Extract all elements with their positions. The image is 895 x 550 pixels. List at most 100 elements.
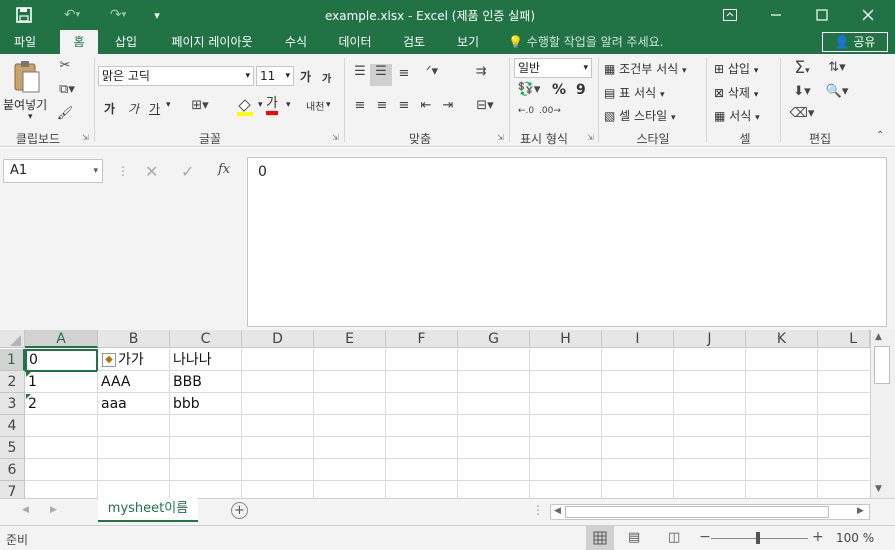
col-header-d[interactable]: D xyxy=(242,330,314,348)
paste-button[interactable]: 붙여넣기 xyxy=(3,96,47,113)
vertical-scroll-thumb[interactable] xyxy=(874,346,890,384)
align-bottom-icon[interactable]: ≡ xyxy=(394,66,414,81)
scroll-left-icon[interactable]: ◀ xyxy=(554,506,561,516)
grow-font-button[interactable]: 가 xyxy=(300,68,311,85)
percent-button[interactable]: % xyxy=(552,82,566,98)
col-header-b[interactable]: B xyxy=(98,330,170,348)
borders-icon[interactable]: ⊞▾ xyxy=(186,98,214,113)
insert-function-button[interactable]: fx xyxy=(218,162,230,177)
zoom-level[interactable]: 100 % xyxy=(836,531,874,545)
tell-me-box[interactable]: 💡 수행할 작업을 알려 주세요. xyxy=(508,30,663,54)
scroll-down-icon[interactable]: ▼ xyxy=(875,484,882,494)
increase-indent-icon[interactable]: ⇥ xyxy=(438,98,458,113)
alignment-launcher-icon[interactable]: ⇲ xyxy=(497,133,504,142)
autosum-icon[interactable]: Σ▾ xyxy=(788,58,816,78)
col-header-c[interactable]: C xyxy=(170,330,242,348)
tab-file[interactable]: 파일 xyxy=(0,30,50,54)
decrease-decimal-icon[interactable]: .00→ xyxy=(538,106,562,116)
redo-icon[interactable]: ↷ ▾ xyxy=(100,0,136,30)
align-center-icon[interactable]: ≡ xyxy=(372,98,392,113)
minimize-icon[interactable] xyxy=(753,0,799,30)
sheet-next-icon[interactable]: ▶ xyxy=(50,505,57,515)
clipboard-launcher-icon[interactable]: ⇲ xyxy=(82,133,89,142)
sheet-prev-icon[interactable]: ◀ xyxy=(22,505,29,515)
formula-input[interactable]: 0 xyxy=(247,157,887,327)
insert-cells-button[interactable]: ⊞ 삽입 ▾ xyxy=(714,60,758,77)
col-header-i[interactable]: I xyxy=(602,330,674,348)
paste-dropdown-icon[interactable]: ▾ xyxy=(28,112,33,122)
page-break-view-icon[interactable]: ◫ xyxy=(668,530,680,545)
close-icon[interactable] xyxy=(845,0,891,30)
shrink-font-button[interactable]: 가 xyxy=(322,70,331,85)
horizontal-scroll-thumb[interactable] xyxy=(565,506,829,518)
italic-button[interactable]: 가 xyxy=(128,100,139,117)
page-layout-view-icon[interactable]: ▤ xyxy=(628,530,640,545)
clear-icon[interactable]: ⌫▾ xyxy=(788,106,816,121)
row-header-4[interactable]: 4 xyxy=(0,415,25,437)
warning-icon[interactable]: ◆ xyxy=(102,353,116,367)
font-launcher-icon[interactable]: ⇲ xyxy=(332,133,339,142)
share-button[interactable]: 👤 공유 xyxy=(822,32,888,52)
find-select-icon[interactable]: 🔍▾ xyxy=(822,84,852,99)
cell-a1[interactable]: 0 xyxy=(25,349,98,372)
cell-c3[interactable]: bbb xyxy=(170,393,242,415)
font-color-dropdown-icon[interactable]: ▾ xyxy=(286,100,291,110)
bold-button[interactable]: 가 xyxy=(104,100,115,117)
vertical-scrollbar[interactable]: ▲ ▼ xyxy=(870,330,895,498)
tab-home[interactable]: 홈 xyxy=(60,30,98,54)
scroll-up-icon[interactable]: ▲ xyxy=(875,332,882,342)
row-header-1[interactable]: 1 xyxy=(0,349,25,371)
merge-center-icon[interactable]: ⊟▾ xyxy=(470,98,500,113)
name-box[interactable]: A1 ▾ xyxy=(3,159,103,183)
col-header-f[interactable]: F xyxy=(386,330,458,348)
zoom-in-icon[interactable]: + xyxy=(812,529,824,545)
cell-c1[interactable]: 나나나 xyxy=(170,349,242,371)
increase-decimal-icon[interactable]: ←.0 xyxy=(514,106,538,116)
number-launcher-icon[interactable]: ⇲ xyxy=(587,133,594,142)
cell-a2[interactable]: 1 xyxy=(25,371,98,393)
align-right-icon[interactable]: ≡ xyxy=(394,98,414,113)
save-icon[interactable] xyxy=(8,0,40,30)
number-format-box[interactable]: 일반 ▾ xyxy=(514,58,592,78)
col-header-e[interactable]: E xyxy=(314,330,386,348)
cell-styles-button[interactable]: ▧ 셀 스타일 ▾ xyxy=(604,107,676,124)
orientation-icon[interactable]: ᐟ▾ xyxy=(418,64,446,79)
tab-data[interactable]: 데이터 xyxy=(330,30,380,54)
cancel-entry-icon[interactable]: ✕ xyxy=(145,162,158,181)
cell-b3[interactable]: aaa xyxy=(98,393,170,415)
fill-color-icon[interactable] xyxy=(228,96,262,120)
decrease-indent-icon[interactable]: ⇤ xyxy=(416,98,436,113)
row-header-2[interactable]: 2 xyxy=(0,371,25,393)
collapse-ribbon-icon[interactable]: ⌃ xyxy=(876,130,884,141)
paste-icon[interactable] xyxy=(10,60,42,94)
zoom-out-icon[interactable]: − xyxy=(699,529,711,545)
font-size-box[interactable]: 11 ▾ xyxy=(256,66,294,86)
font-name-box[interactable]: 맑은 고딕 ▾ xyxy=(98,66,254,86)
tab-view[interactable]: 보기 xyxy=(448,30,488,54)
wrap-text-icon[interactable]: ⇉ xyxy=(470,64,492,79)
underline-button[interactable]: 가 xyxy=(149,100,160,117)
tab-formulas[interactable]: 수식 xyxy=(276,30,316,54)
format-painter-icon[interactable]: 🖌 xyxy=(56,106,74,121)
row-header-7[interactable]: 7 xyxy=(0,481,25,498)
undo-icon[interactable]: ↶ ▾ xyxy=(54,0,90,30)
tab-page-layout[interactable]: 페이지 레이아웃 xyxy=(160,30,264,54)
font-color-button[interactable]: 가 xyxy=(266,96,278,115)
split-handle-icon[interactable]: ⋮ xyxy=(532,503,544,517)
scroll-right-icon[interactable]: ▶ xyxy=(857,506,864,516)
col-header-k[interactable]: K xyxy=(746,330,818,348)
row-header-5[interactable]: 5 xyxy=(0,437,25,459)
maximize-icon[interactable] xyxy=(799,0,845,30)
delete-cells-button[interactable]: ⊠ 삭제 ▾ xyxy=(714,84,758,101)
align-left-icon[interactable]: ≡ xyxy=(350,98,370,113)
sheet-tab-mysheet[interactable]: mysheet이름 xyxy=(98,498,198,522)
phonetic-dropdown-icon[interactable]: ▾ xyxy=(326,100,331,110)
row-header-6[interactable]: 6 xyxy=(0,459,25,481)
comma-button[interactable]: 9 xyxy=(576,82,586,98)
accounting-format-icon[interactable]: 💱▾ xyxy=(514,82,544,97)
row-header-3[interactable]: 3 xyxy=(0,393,25,415)
col-header-j[interactable]: J xyxy=(674,330,746,348)
ribbon-display-icon[interactable] xyxy=(707,0,753,30)
col-header-l[interactable]: L xyxy=(818,330,870,348)
col-header-a[interactable]: A xyxy=(25,330,98,348)
